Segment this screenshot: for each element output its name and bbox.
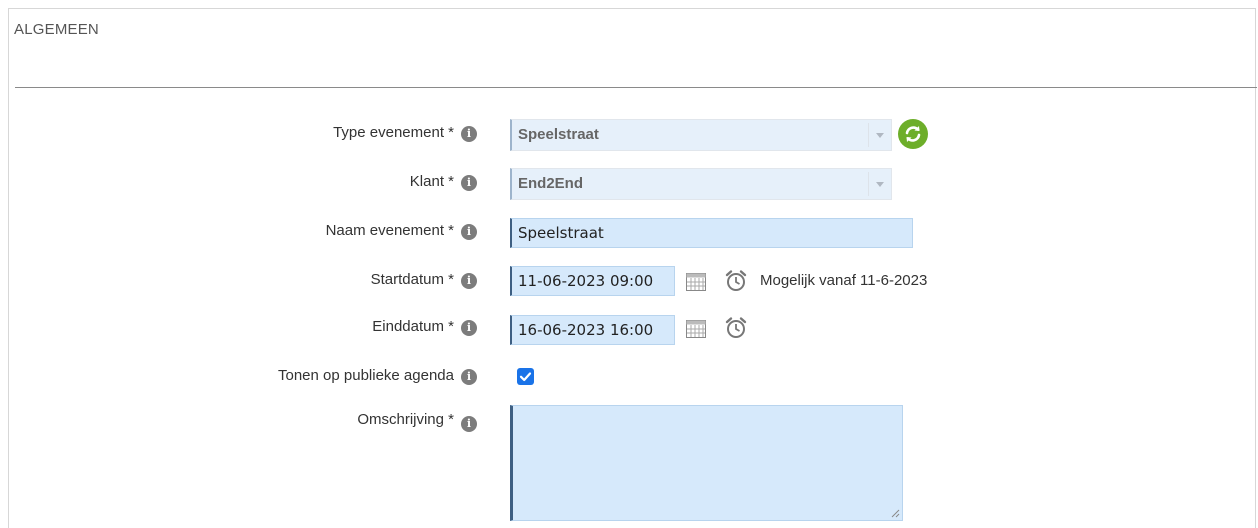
omschrijving-textarea[interactable] [510,405,903,521]
einddatum-label: Einddatum * [372,318,454,335]
klant-label: Klant * [409,173,454,190]
info-icon[interactable]: i [461,224,477,240]
info-icon[interactable]: i [461,369,477,385]
calendar-icon[interactable] [684,317,708,341]
info-icon[interactable]: i [461,416,477,432]
chevron-down-icon[interactable] [868,123,891,147]
klant-value: End2End [518,175,584,192]
refresh-icon[interactable] [898,119,928,149]
naam-evenement-input[interactable]: Speelstraat [510,218,913,248]
klant-select[interactable]: End2End [510,168,892,200]
alarm-clock-icon[interactable] [724,316,748,340]
type-evenement-select[interactable]: Speelstraat [510,119,892,151]
tonen-publiek-label: Tonen op publieke agenda [278,367,454,384]
section-divider [15,87,1257,88]
info-icon[interactable]: i [461,126,477,142]
type-evenement-label: Type evenement * [333,124,454,141]
type-evenement-value: Speelstraat [518,126,599,143]
info-icon[interactable]: i [461,320,477,336]
section-title: ALGEMEEN [14,21,99,38]
einddatum-input[interactable]: 16-06-2023 16:00 [510,315,675,345]
startdatum-input[interactable]: 11-06-2023 09:00 [510,266,675,296]
startdatum-label: Startdatum * [370,271,454,288]
info-icon[interactable]: i [461,273,477,289]
startdatum-hint: Mogelijk vanaf 11-6-2023 [760,272,928,289]
alarm-clock-icon[interactable] [724,269,748,293]
tonen-publiek-checkbox[interactable] [517,368,534,385]
check-icon [519,372,532,382]
info-icon[interactable]: i [461,175,477,191]
omschrijving-label: Omschrijving * [357,411,454,428]
calendar-icon[interactable] [684,270,708,294]
chevron-down-icon[interactable] [868,172,891,196]
resize-handle-icon[interactable] [890,508,900,518]
naam-evenement-label: Naam evenement * [325,222,454,239]
